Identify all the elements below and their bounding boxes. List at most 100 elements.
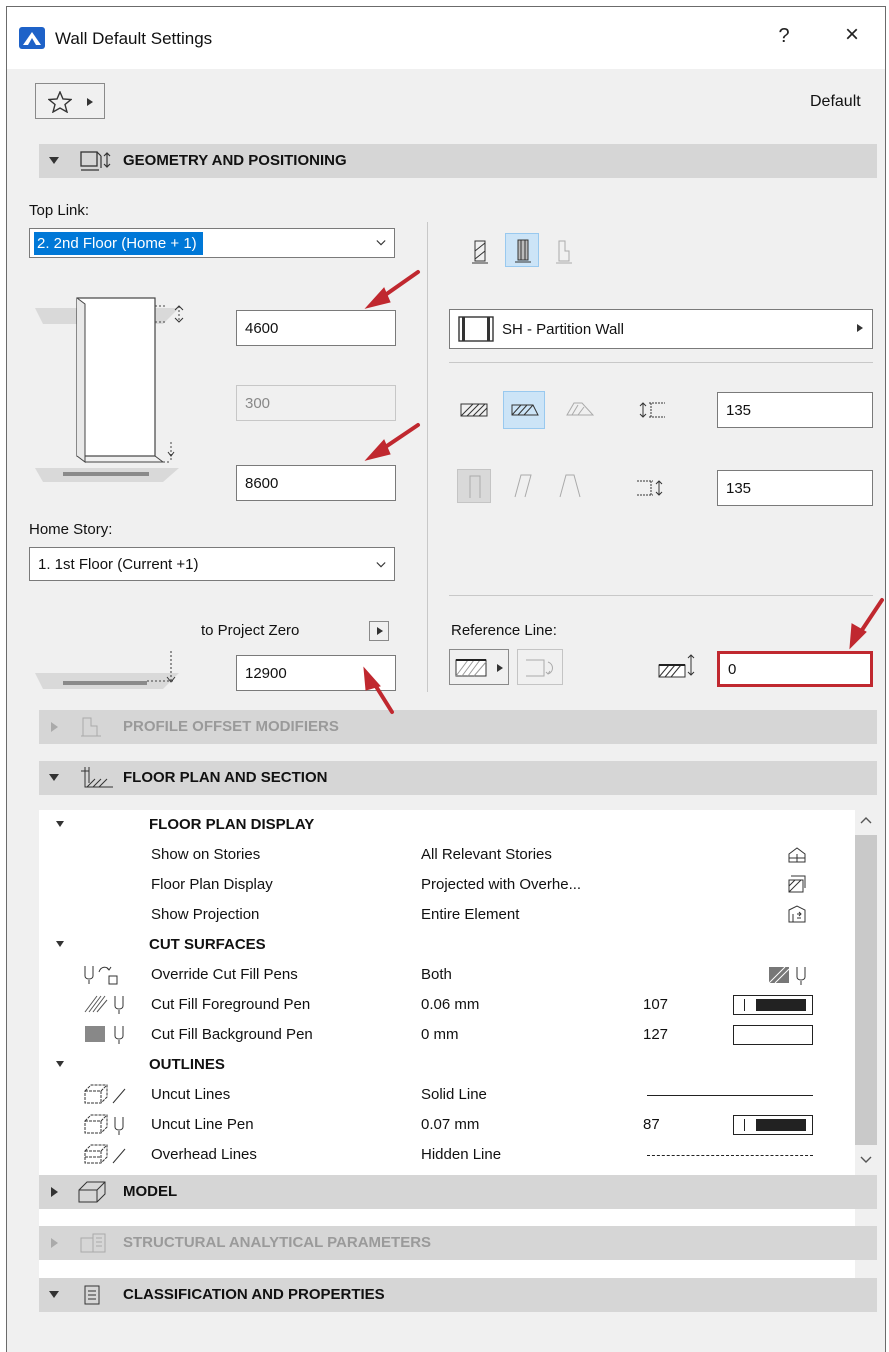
table-row[interactable]: Uncut Line Pen 0.07 mm 87 [39,1110,855,1140]
section-structural[interactable]: STRUCTURAL ANALYTICAL PARAMETERS [39,1226,877,1260]
chevron-right-icon [497,664,503,672]
section-classification[interactable]: CLASSIFICATION AND PROPERTIES [39,1278,877,1312]
row-name: Floor Plan Display [151,876,273,893]
table-row[interactable]: Show Projection Entire Element [39,900,855,930]
row-value: 0 mm [421,1026,459,1043]
slanted-profile-icon [514,474,532,498]
section-geometry[interactable]: GEOMETRY AND POSITIONING [39,144,877,178]
profile-offset-icon [81,717,101,737]
geometry-trapezoid-button[interactable] [553,469,587,503]
column-divider [427,222,428,692]
table-row[interactable]: Cut Fill Background Pen 0 mm 127 [39,1020,855,1050]
stories-icon [788,847,806,863]
default-label: Default [810,93,861,110]
chevron-down-icon [376,562,386,568]
home-story-label: Home Story: [29,521,113,538]
wall-type-straight-button[interactable] [463,235,497,269]
table-row[interactable]: Floor Plan Display Projected with Overhe… [39,870,855,900]
section-floor-plan[interactable]: FLOOR PLAN AND SECTION [39,761,877,795]
table-row[interactable]: Uncut Lines Solid Line [39,1080,855,1110]
reference-line-icon [455,659,487,677]
section-title: FLOOR PLAN AND SECTION [123,769,328,786]
geometry-straight-button[interactable] [457,469,491,503]
solid-line-preview [647,1095,813,1096]
triangle-down-icon [56,821,64,827]
group-row[interactable]: OUTLINES [39,1050,855,1080]
group-row[interactable]: CUT SURFACES [39,930,855,960]
pen-swatch[interactable] [733,995,813,1015]
table-row[interactable]: Cut Fill Foreground Pen 0.06 mm 107 [39,990,855,1020]
composite-select[interactable]: SH - Partition Wall [449,309,873,349]
wall-type-composite-button[interactable] [505,233,539,267]
chevron-down-icon [376,240,386,246]
table-row[interactable]: Overhead Lines Hidden Line [39,1140,855,1170]
profile-wall-icon [556,240,572,264]
thickness-bottom-input[interactable]: 135 [717,470,873,506]
row-value: Both [421,966,452,983]
section-title: STRUCTURAL ANALYTICAL PARAMETERS [123,1234,432,1251]
home-story-select[interactable]: 1. 1st Floor (Current +1) [29,547,395,581]
geometry-slanted-button[interactable] [507,469,541,503]
triangle-down-icon [56,941,64,947]
row-name: Cut Fill Background Pen [151,1026,313,1043]
wall-type-profile-button[interactable] [547,235,581,269]
triangle-down-icon [49,774,59,781]
project-zero-menu-button[interactable] [369,621,389,641]
structure-composite-button[interactable] [503,391,545,429]
background-pen-icon [85,1026,124,1044]
row-value: 0.06 mm [421,996,480,1013]
row-pen-number: 87 [643,1116,660,1133]
table-row[interactable]: Override Cut Fill Pens Both [39,960,855,990]
section-model[interactable]: MODEL [39,1175,877,1209]
project-zero-diagram [35,651,179,689]
pen-swatch[interactable] [733,1115,813,1135]
row-name: Show on Stories [151,846,261,863]
section-profile-offset[interactable]: PROFILE OFFSET MODIFIERS [39,710,877,744]
dialog-window: Wall Default Settings ? × Default GEOMET… [6,6,886,1352]
uncut-lines-icon [84,1084,126,1104]
scroll-up-icon[interactable] [860,816,872,824]
row-value: Hidden Line [421,1146,502,1163]
projection-icon [788,905,806,923]
row-pen-number: 107 [643,996,669,1013]
row-name: Uncut Lines [151,1086,231,1103]
trapezoid-profile-icon [559,474,581,498]
group-title: CUT SURFACES [149,936,266,953]
row-pen-number: 127 [643,1026,669,1043]
floor-plan-icon [81,767,113,788]
wall-height-diagram [35,297,184,482]
row-value: 0.07 mm [421,1116,480,1133]
geometry-icon [80,151,111,171]
section-title: GEOMETRY AND POSITIONING [123,152,347,169]
reference-line-button[interactable] [449,649,509,685]
structure-basic-button[interactable] [457,393,491,427]
project-zero-input[interactable]: 12900 [236,655,396,691]
reference-offset-input[interactable]: 0 [717,651,873,687]
group-row[interactable]: FLOOR PLAN DISPLAY [39,810,855,840]
scroll-down-icon[interactable] [860,1156,872,1164]
top-link-value: 2. 2nd Floor (Home + 1) [34,231,203,255]
star-icon [48,91,72,113]
wall-height-input[interactable]: 4600 [236,310,396,346]
table-row[interactable]: Show on Stories All Relevant Stories [39,840,855,870]
help-button[interactable]: ? [769,25,799,48]
thickness-top-input[interactable]: 135 [717,392,873,428]
straight-profile-icon [469,475,481,498]
flip-reference-button[interactable] [517,649,563,685]
settings-table: FLOOR PLAN DISPLAY Show on Stories All R… [39,810,855,1290]
section-title: PROFILE OFFSET MODIFIERS [123,718,339,735]
overhead-lines-icon [84,1144,126,1164]
bottom-offset-input[interactable]: 8600 [236,465,396,501]
top-link-select[interactable]: 2. 2nd Floor (Home + 1) [29,228,395,258]
scrollbar-thumb[interactable] [855,835,877,1145]
close-button[interactable]: × [837,21,867,49]
chevron-right-icon [857,324,863,332]
triangle-down-icon [49,157,59,164]
structure-complex-button[interactable] [563,393,597,427]
pen-swatch[interactable] [733,1025,813,1045]
window-title: Wall Default Settings [55,29,213,48]
pen-override-icon [84,966,118,985]
uncut-pen-icon [84,1114,124,1135]
top-offset-input[interactable]: 300 [236,385,396,421]
favorites-button[interactable] [35,83,105,119]
